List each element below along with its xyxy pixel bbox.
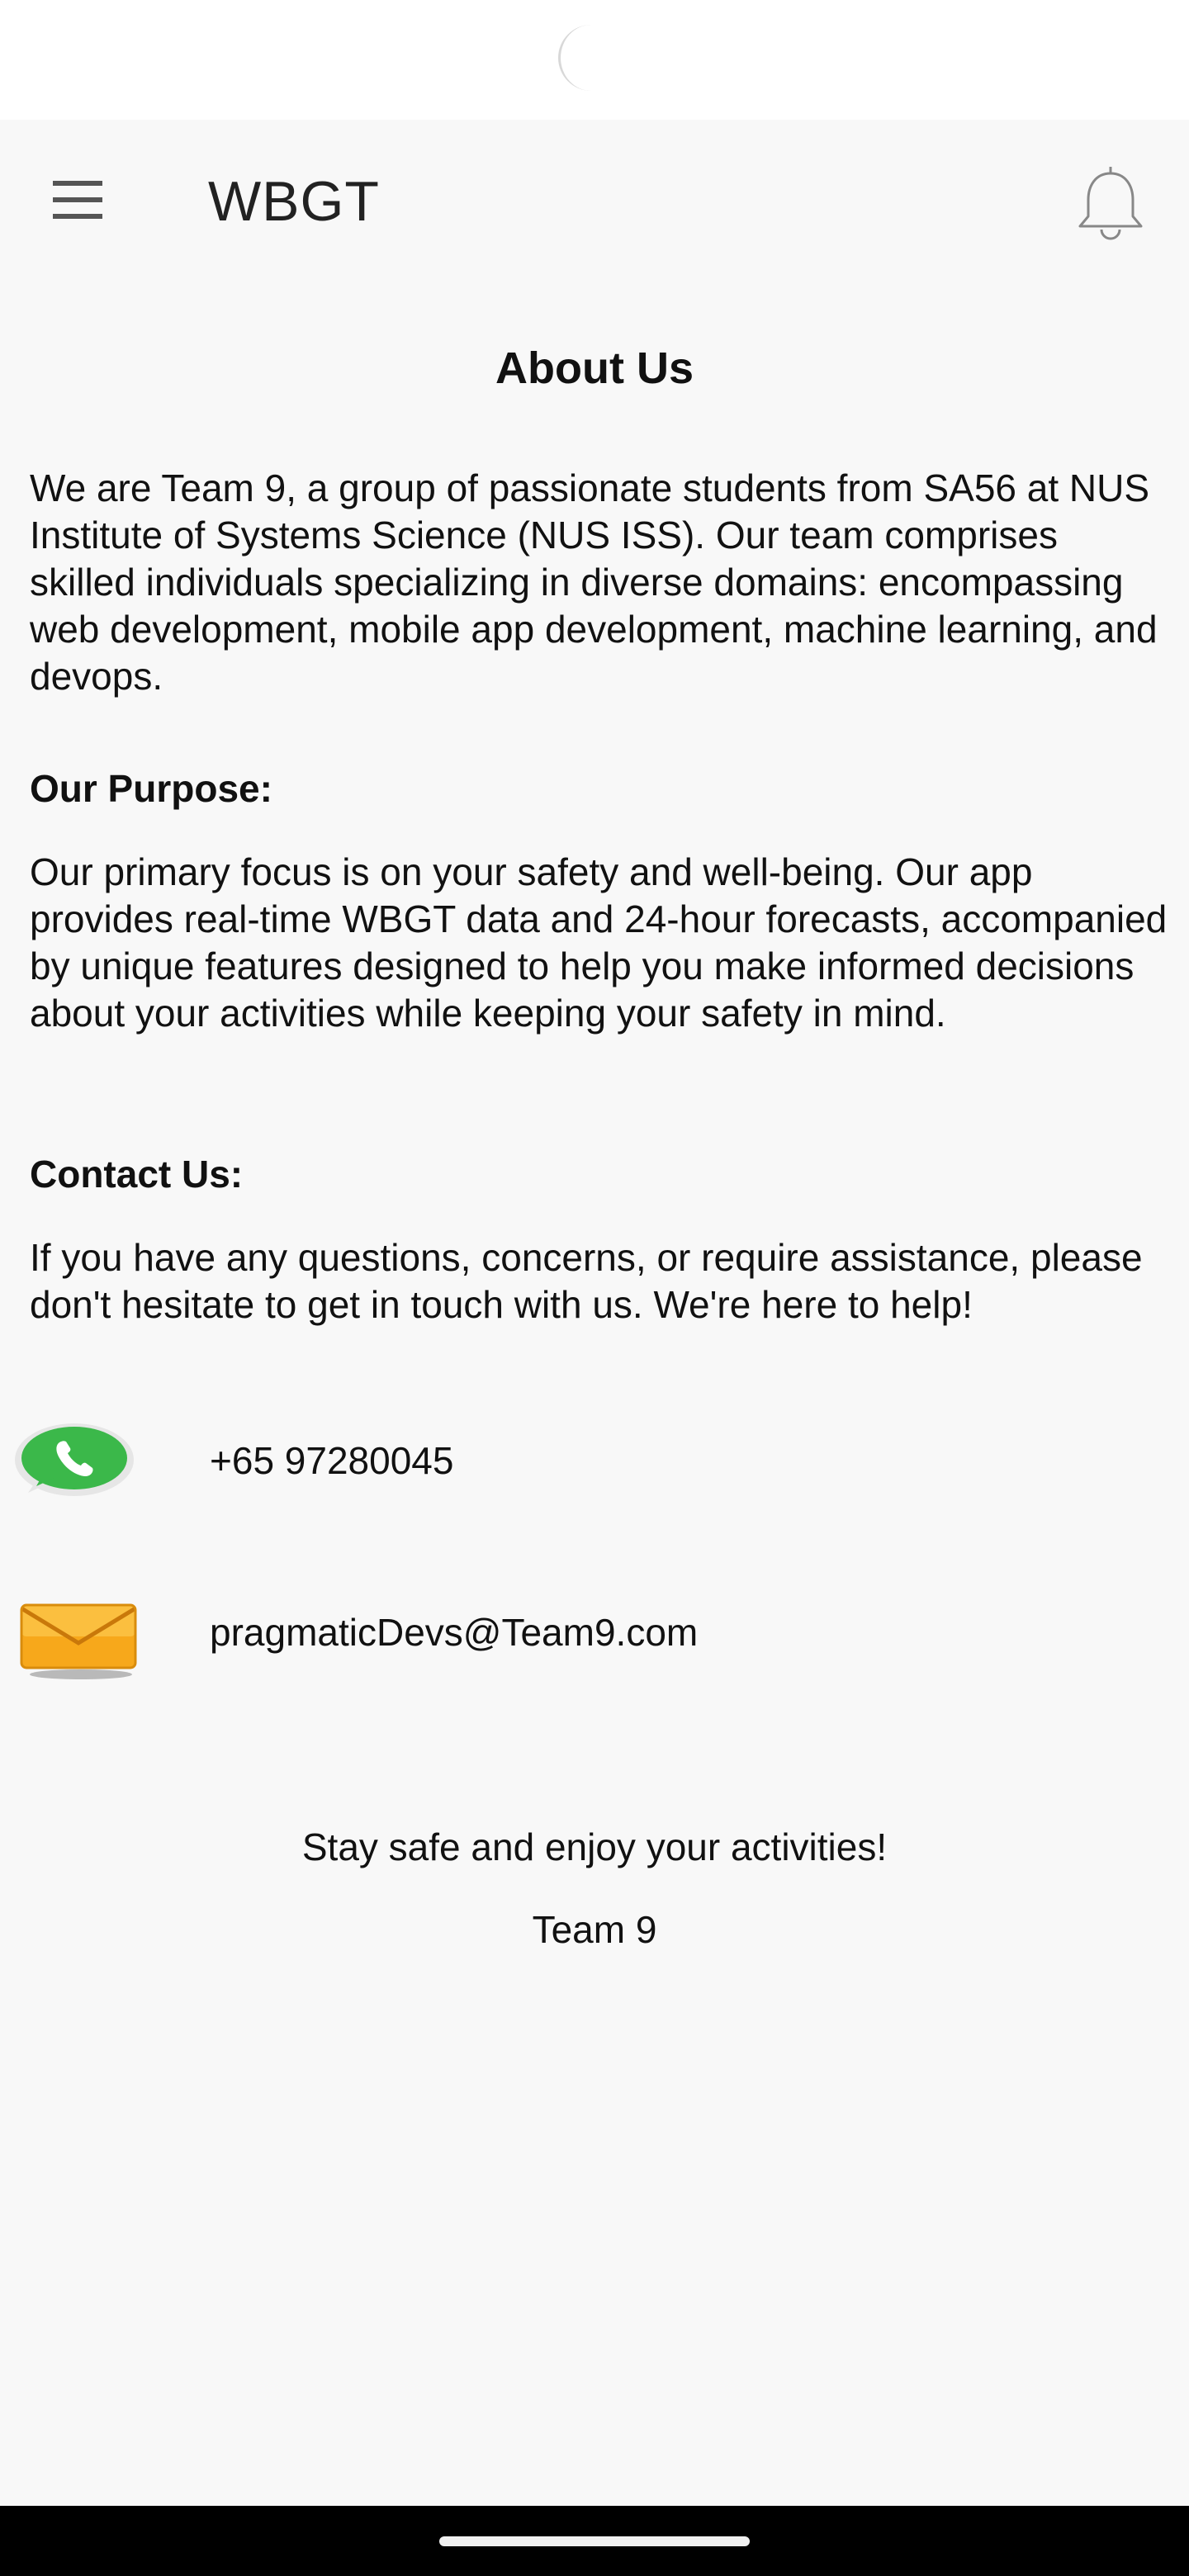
phone-number[interactable]: +65 97280045 <box>210 1438 453 1483</box>
status-bar <box>0 0 1189 120</box>
home-gesture-handle[interactable] <box>439 2536 750 2546</box>
signature: Team 9 <box>532 1908 657 1951</box>
email-envelope-icon <box>8 1585 140 1684</box>
system-navigation-bar <box>0 2506 1189 2576</box>
contact-paragraph: If you have any questions, concerns, or … <box>30 1236 1143 1326</box>
purpose-heading: Our Purpose: <box>30 767 272 810</box>
intro-paragraph: We are Team 9, a group of passionate stu… <box>30 466 1158 698</box>
camera-cutout <box>558 25 594 91</box>
whatsapp-icon <box>8 1412 140 1511</box>
app-bar: WBGT <box>0 120 1189 285</box>
purpose-paragraph: Our primary focus is on your safety and … <box>30 850 1168 1035</box>
hamburger-menu-icon[interactable] <box>48 178 114 227</box>
bell-icon[interactable] <box>1073 165 1148 244</box>
email-address[interactable]: pragmaticDevs@Team9.com <box>210 1610 698 1655</box>
closing-message: Stay safe and enjoy your activities! <box>301 1825 888 1868</box>
page-title: About Us <box>495 343 694 393</box>
phone-contact-row[interactable]: +65 97280045 <box>8 1412 1082 1511</box>
app-title: WBGT <box>208 170 380 233</box>
contact-heading: Contact Us: <box>30 1153 244 1196</box>
email-contact-row[interactable]: pragmaticDevs@Team9.com <box>8 1585 1082 1684</box>
